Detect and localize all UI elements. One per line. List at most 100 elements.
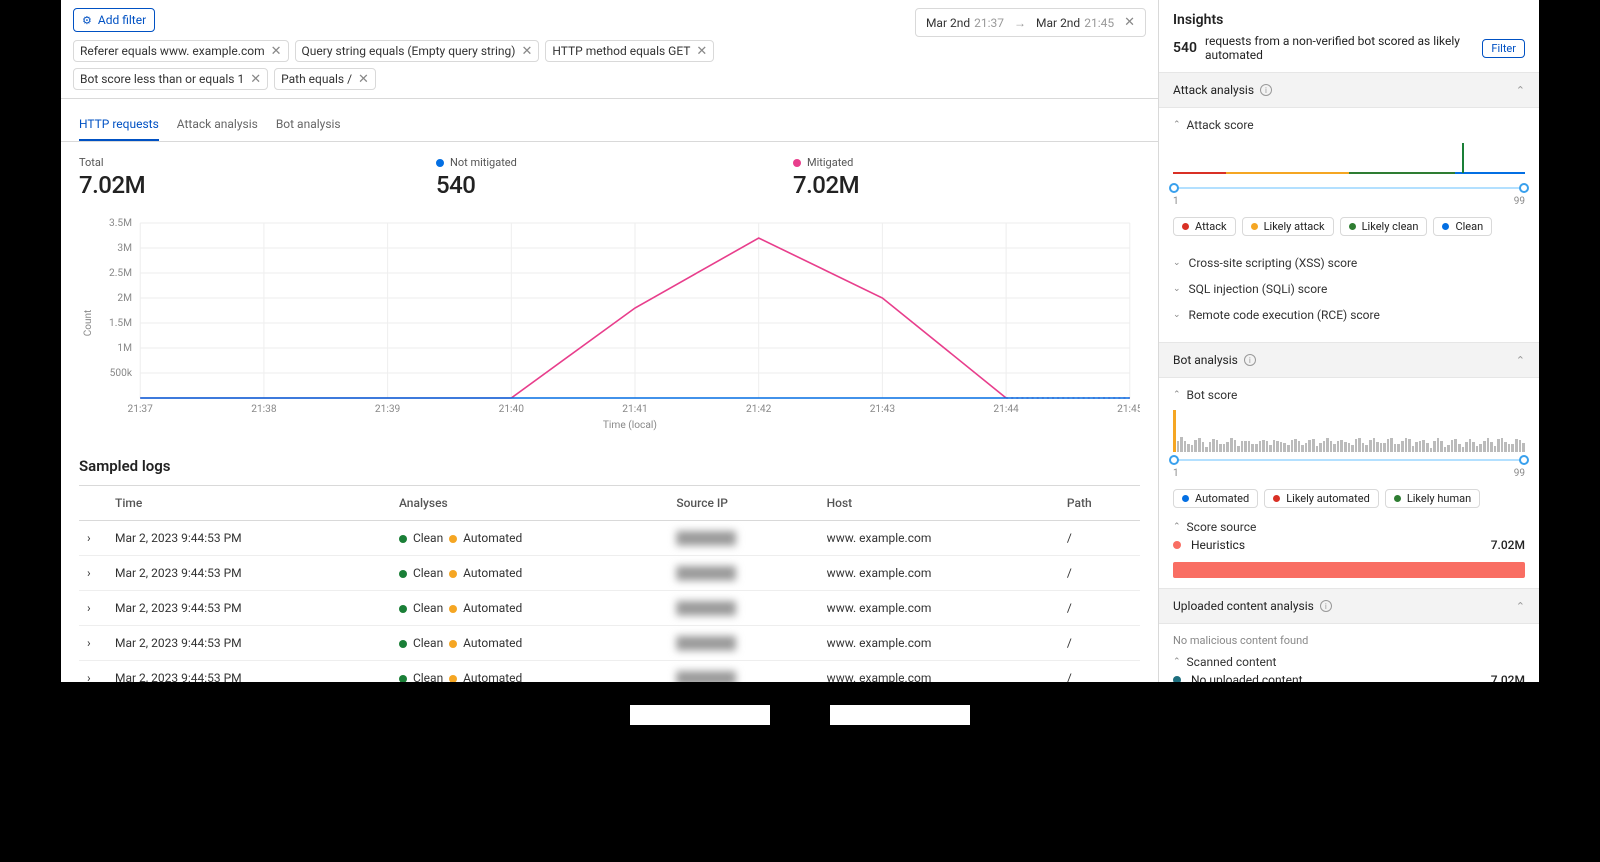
legend-pill[interactable]: Automated xyxy=(1173,489,1258,508)
tab-attack-analysis[interactable]: Attack analysis xyxy=(177,107,258,141)
expand-icon[interactable]: › xyxy=(79,521,107,556)
score-source-toggle[interactable]: ⌃Score source xyxy=(1173,520,1525,534)
filter-chip[interactable]: Query string equals (Empty query string)… xyxy=(295,40,540,62)
dot-icon xyxy=(449,535,457,543)
info-icon[interactable]: i xyxy=(1260,84,1272,96)
tab-http-requests[interactable]: HTTP requests xyxy=(79,107,159,141)
spark-bar xyxy=(1383,443,1386,452)
remove-filter-icon[interactable]: ✕ xyxy=(250,73,261,86)
bot-score-toggle[interactable]: ⌃Bot score xyxy=(1173,388,1525,402)
table-row[interactable]: › Mar 2, 2023 9:44:53 PM Clean Automated… xyxy=(79,556,1140,591)
column-header[interactable]: Path xyxy=(1059,486,1140,521)
cell-analyses: Clean Automated xyxy=(391,591,668,626)
scanned-content-toggle[interactable]: ⌃Scanned content xyxy=(1173,655,1525,669)
remove-filter-icon[interactable]: ✕ xyxy=(521,45,532,58)
stat-mitigated-value: 7.02M xyxy=(793,171,1140,199)
attack-analysis-section[interactable]: Attack analysis i ⌃ xyxy=(1159,72,1539,108)
spark-bar xyxy=(1380,443,1383,452)
date-from-time: 21:37 xyxy=(974,16,1004,30)
uploaded-content-section[interactable]: Uploaded content analysis i ⌃ xyxy=(1159,588,1539,624)
column-header[interactable]: Host xyxy=(819,486,1059,521)
spark-bar xyxy=(1458,444,1461,452)
spark-bar xyxy=(1511,444,1514,452)
spark-bar xyxy=(1394,444,1397,452)
cell-source-ip: ███████ xyxy=(668,591,818,626)
legend-pill[interactable]: Likely human xyxy=(1385,489,1480,508)
spark-bar xyxy=(1390,438,1393,452)
bot-score-sparkline xyxy=(1173,410,1525,452)
legend-pill[interactable]: Likely attack xyxy=(1242,217,1334,236)
column-header[interactable]: Time xyxy=(107,486,391,521)
attack-score-toggle[interactable]: ⌃Attack score xyxy=(1173,118,1525,132)
svg-text:21:39: 21:39 xyxy=(375,404,400,415)
filter-chip[interactable]: Bot score less than or equals 1✕ xyxy=(73,68,268,90)
column-header[interactable]: Analyses xyxy=(391,486,668,521)
dot-icon xyxy=(1273,495,1280,502)
stats-row: Total 7.02M Not mitigated 540 Mitigated … xyxy=(79,156,1140,199)
expand-icon[interactable]: › xyxy=(79,626,107,661)
bot-score-slider[interactable] xyxy=(1173,454,1525,466)
expand-icon[interactable]: › xyxy=(79,556,107,591)
filter-chip[interactable]: HTTP method equals GET ✕ xyxy=(545,40,714,62)
legend-pill[interactable]: Likely automated xyxy=(1264,489,1379,508)
subsection-toggle[interactable]: ⌄SQL injection (SQLi) score xyxy=(1173,276,1525,302)
tab-bot-analysis[interactable]: Bot analysis xyxy=(276,107,341,141)
clear-daterange-icon[interactable]: ✕ xyxy=(1124,15,1135,30)
cell-path: / xyxy=(1059,556,1140,591)
spark-bar xyxy=(1440,441,1443,452)
chevron-down-icon: ⌄ xyxy=(1173,284,1181,294)
filter-chip-label: Referer equals www. example.com xyxy=(80,44,265,58)
dot-icon xyxy=(1251,223,1258,230)
spark-bar xyxy=(1437,438,1440,452)
dot-icon xyxy=(1182,495,1189,502)
subsection-toggle[interactable]: ⌄Remote code execution (RCE) score xyxy=(1173,302,1525,328)
legend-pill[interactable]: Attack xyxy=(1173,217,1236,236)
subsection-toggle[interactable]: ⌄Cross-site scripting (XSS) score xyxy=(1173,250,1525,276)
remove-filter-icon[interactable]: ✕ xyxy=(358,73,369,86)
spark-bar xyxy=(1444,447,1447,452)
table-row[interactable]: › Mar 2, 2023 9:44:53 PM Clean Automated… xyxy=(79,521,1140,556)
tabs: HTTP requests Attack analysis Bot analysis xyxy=(61,107,1158,142)
spark-bar xyxy=(1184,441,1187,452)
date-range-picker[interactable]: Mar 2nd21:37 → Mar 2nd21:45 ✕ xyxy=(915,8,1146,37)
spark-bar xyxy=(1241,441,1244,452)
filter-chip[interactable]: Path equals /✕ xyxy=(274,68,376,90)
info-icon[interactable]: i xyxy=(1320,600,1332,612)
heuristics-bar xyxy=(1173,562,1525,578)
cell-time: Mar 2, 2023 9:44:53 PM xyxy=(107,556,391,591)
attack-score-slider[interactable] xyxy=(1173,182,1525,194)
table-row[interactable]: › Mar 2, 2023 9:44:53 PM Clean Automated… xyxy=(79,591,1140,626)
expand-icon[interactable]: › xyxy=(79,591,107,626)
chevron-up-icon: ⌃ xyxy=(1173,390,1181,400)
insight-text: requests from a non-verified bot scored … xyxy=(1205,34,1474,62)
svg-text:2.5M: 2.5M xyxy=(109,268,132,279)
table-row[interactable]: › Mar 2, 2023 9:44:53 PM Clean Automated… xyxy=(79,626,1140,661)
spark-bar xyxy=(1234,440,1237,452)
legend-pill[interactable]: Clean xyxy=(1433,217,1492,236)
section-label: Bot analysis xyxy=(1173,353,1238,367)
spark-bar xyxy=(1294,439,1297,452)
spark-bar xyxy=(1433,441,1436,452)
spark-bar xyxy=(1276,441,1279,452)
bot-analysis-section[interactable]: Bot analysis i ⌃ xyxy=(1159,342,1539,378)
insight-filter-button[interactable]: Filter xyxy=(1482,39,1525,58)
column-header[interactable]: Source IP xyxy=(668,486,818,521)
remove-filter-icon[interactable]: ✕ xyxy=(271,45,282,58)
filter-chip-label: HTTP method equals GET xyxy=(552,44,690,58)
dot-icon xyxy=(399,570,407,578)
spark-bar xyxy=(1226,442,1229,452)
spark-bar xyxy=(1405,438,1408,452)
remove-filter-icon[interactable]: ✕ xyxy=(696,45,707,58)
spark-bar xyxy=(1340,440,1343,452)
info-icon[interactable]: i xyxy=(1244,354,1256,366)
dot-icon xyxy=(449,605,457,613)
legend-pill[interactable]: Likely clean xyxy=(1340,217,1428,236)
dot-icon xyxy=(793,159,801,167)
spark-bar xyxy=(1454,439,1457,452)
spark-bar xyxy=(1209,442,1212,452)
filter-chip[interactable]: Referer equals www. example.com ✕ xyxy=(73,40,289,62)
spark-bar xyxy=(1337,441,1340,452)
spark-bar xyxy=(1198,438,1201,452)
add-filter-button[interactable]: Add filter xyxy=(73,8,155,32)
spark-bar xyxy=(1259,441,1262,452)
